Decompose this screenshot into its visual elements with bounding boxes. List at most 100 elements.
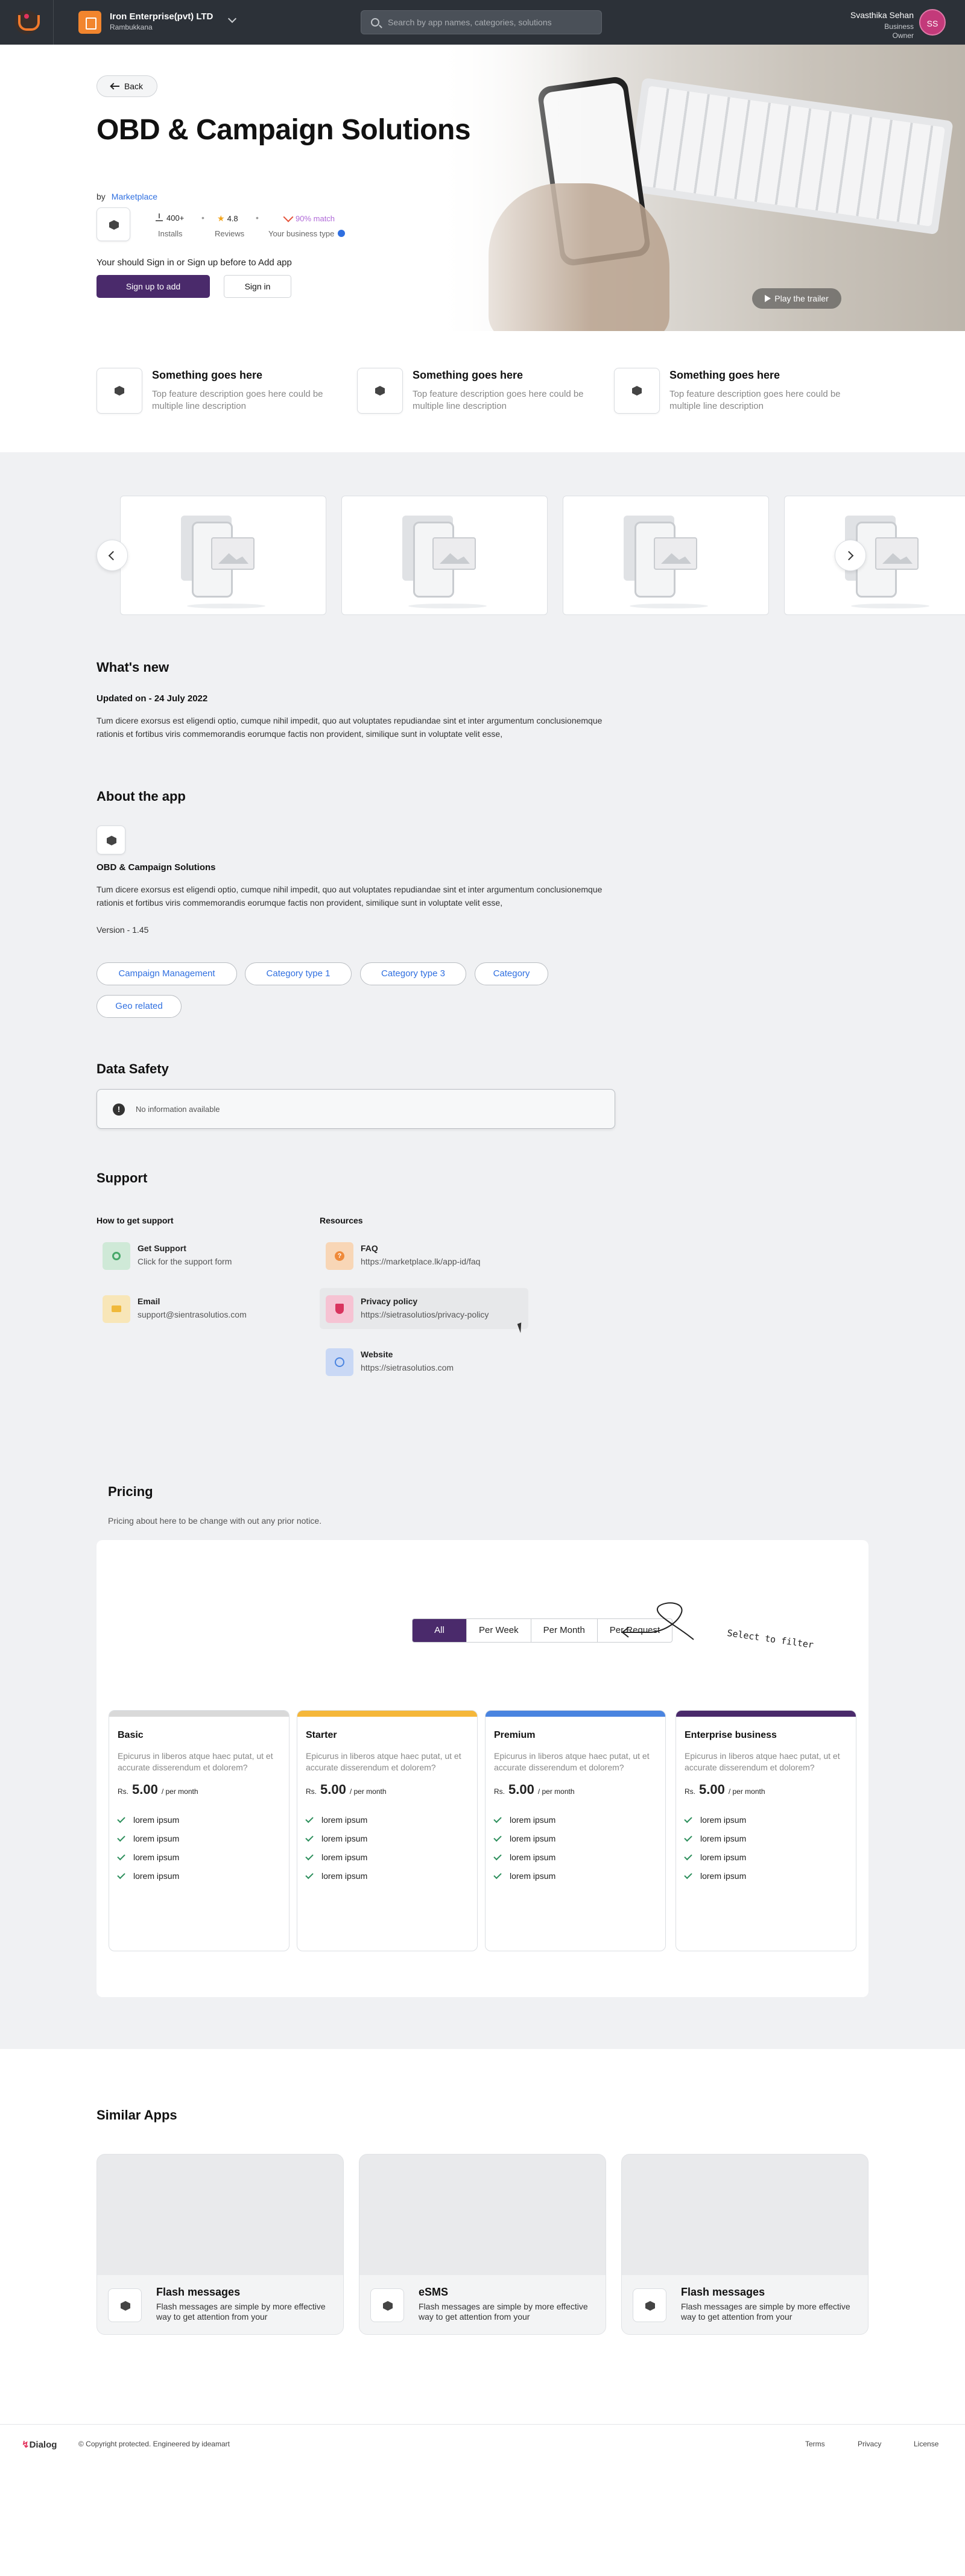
search-input[interactable] (388, 11, 593, 34)
plan-name: Enterprise business (685, 1730, 777, 1740)
cube-icon (645, 2301, 655, 2311)
feature-text: lorem ipsum (700, 1815, 747, 1825)
plan-card-premium[interactable]: Premium Epicurus in liberos atque haec p… (485, 1710, 666, 1951)
data-safety-message: No information available (136, 1105, 220, 1114)
check-icon (684, 1814, 692, 1823)
play-trailer-button[interactable]: Play the trailer (752, 288, 841, 309)
info-icon[interactable] (338, 230, 346, 237)
feature-text: lorem ipsum (700, 1871, 747, 1881)
feature-text: lorem ipsum (321, 1852, 368, 1862)
lifebuoy-icon (112, 1252, 121, 1260)
footer-link-license[interactable]: License (914, 2440, 938, 2448)
organization-location: Rambukkana (110, 23, 153, 31)
screenshot-placeholder[interactable] (563, 496, 769, 615)
price-value: 5.00 (132, 1782, 158, 1797)
feature-text: lorem ipsum (700, 1852, 747, 1862)
about-heading: About the app (96, 789, 186, 804)
trailer-label: Play the trailer (774, 294, 829, 303)
plan-card-starter[interactable]: Starter Epicurus in liberos atque haec p… (297, 1710, 478, 1951)
about-body: Tum dicere exorsus est eligendi optio, c… (96, 885, 603, 908)
app-icon (370, 2288, 404, 2322)
organization-name[interactable]: Iron Enterprise(pvt) LTD (110, 11, 213, 22)
faq-link[interactable]: ? FAQ https://marketplace.lk/app-id/faq (320, 1235, 528, 1276)
chevron-down-icon[interactable] (227, 14, 237, 24)
resource-value: https://sietrasolutios/privacy-policy (361, 1310, 489, 1319)
support-item-value: Click for the support form (138, 1257, 232, 1266)
plan-description: Epicurus in liberos atque haec putat, ut… (685, 1751, 840, 1772)
play-icon (765, 295, 771, 302)
resource-title: FAQ (361, 1243, 378, 1253)
brand-logo-icon[interactable] (14, 10, 40, 34)
similar-app-card[interactable]: Flash messages Flash messages are simple… (621, 2154, 868, 2335)
plan-card-enterprise[interactable]: Enterprise business Epicurus in liberos … (676, 1710, 856, 1951)
app-icon (96, 207, 130, 241)
tag-chip[interactable]: Category type 3 (360, 962, 466, 985)
plan-accent-bar (676, 1711, 856, 1717)
currency: Rs. (118, 1787, 128, 1796)
app-icon (633, 2288, 666, 2322)
email-link[interactable]: Email support@sientrasolutios.com (96, 1288, 305, 1329)
check-icon (493, 1852, 502, 1861)
plan-description: Epicurus in liberos atque haec putat, ut… (118, 1751, 273, 1772)
how-to-get-support-heading: How to get support (96, 1216, 174, 1225)
cube-icon (383, 2301, 393, 2311)
similar-app-card[interactable]: Flash messages Flash messages are simple… (96, 2154, 344, 2335)
currency: Rs. (494, 1787, 505, 1796)
signup-button[interactable]: Sign up to add (96, 275, 210, 298)
installs-value: 400+ (166, 213, 185, 223)
check-icon (117, 1870, 125, 1880)
plan-feature: lorem ipsum (684, 1833, 746, 1843)
resource-value: https://marketplace.lk/app-id/faq (361, 1257, 481, 1266)
placeholder-shadow (408, 604, 487, 608)
privacy-icon (326, 1295, 353, 1323)
feature-text: lorem ipsum (510, 1815, 556, 1825)
back-button[interactable]: Back (96, 75, 157, 97)
signin-button[interactable]: Sign in (224, 275, 291, 298)
footer-link-privacy[interactable]: Privacy (858, 2440, 881, 2448)
similar-app-card[interactable]: eSMS Flash messages are simple by more e… (359, 2154, 606, 2335)
tag-chip[interactable]: Category (475, 962, 548, 985)
price-period: / per month (349, 1787, 387, 1796)
filter-per-week[interactable]: Per Week (467, 1619, 531, 1642)
privacy-policy-link[interactable]: Privacy policy https://sietrasolutios/pr… (320, 1288, 528, 1329)
plan-description: Epicurus in liberos atque haec putat, ut… (494, 1751, 650, 1772)
website-link[interactable]: Website https://sietrasolutios.com (320, 1341, 528, 1382)
placeholder-shadow (630, 604, 708, 608)
app-icon (96, 826, 125, 854)
arrow-left-icon (110, 83, 119, 89)
plan-feature: lorem ipsum (684, 1852, 747, 1862)
reviews-label[interactable]: Reviews (215, 229, 244, 238)
tag-chip[interactable]: Geo related (96, 995, 182, 1018)
carousel-prev-button[interactable] (96, 540, 128, 571)
feature-text: lorem ipsum (133, 1852, 180, 1862)
footer-link-terms[interactable]: Terms (805, 2440, 825, 2448)
feature-icon (357, 368, 403, 414)
tag-chip[interactable]: Category type 1 (245, 962, 352, 985)
footer-logo[interactable]: ↯Dialog (22, 2439, 57, 2450)
screenshot-placeholder[interactable] (784, 496, 965, 615)
star-icon: ★ (217, 213, 225, 223)
website-icon (326, 1348, 353, 1376)
plan-card-basic[interactable]: Basic Epicurus in liberos atque haec put… (109, 1710, 290, 1951)
screenshot-placeholder[interactable] (120, 496, 326, 615)
check-icon (305, 1833, 314, 1842)
check-icon (493, 1870, 502, 1880)
app-icon (108, 2288, 142, 2322)
hero-fade (434, 45, 591, 331)
plan-feature: lorem ipsum (117, 1814, 180, 1825)
image-placeholder-icon (875, 537, 919, 570)
resources-heading: Resources (320, 1216, 363, 1225)
feature-text: lorem ipsum (133, 1815, 180, 1825)
get-support-link[interactable]: Get Support Click for the support form (96, 1235, 305, 1276)
footer-logo-text: Dialog (29, 2440, 57, 2450)
publisher-link[interactable]: Marketplace (112, 192, 157, 201)
screenshot-placeholder[interactable] (341, 496, 548, 615)
filter-all[interactable]: All (413, 1619, 467, 1642)
tag-chip[interactable]: Campaign Management (96, 962, 237, 985)
filter-per-month[interactable]: Per Month (531, 1619, 598, 1642)
plan-feature: lorem ipsum (684, 1814, 747, 1825)
installs-label: Installs (158, 229, 183, 238)
carousel-next-button[interactable] (835, 540, 866, 571)
chevron-right-icon (844, 551, 854, 561)
avatar[interactable]: SS (919, 9, 946, 36)
